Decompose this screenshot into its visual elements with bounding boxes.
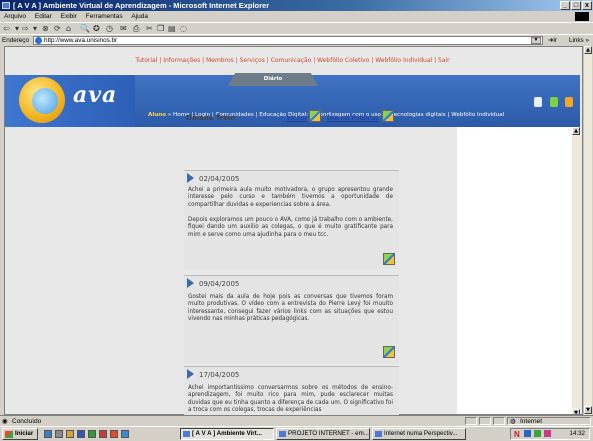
task-label: [ A V A ] Ambiente Virt... [192,430,262,437]
globe-icon: ◍ [510,418,516,425]
window-title: [ A V A ] Ambiente Virtual de Aprendizag… [13,1,270,10]
page-icon [35,37,42,44]
ie-icon [183,431,190,437]
role-label: Aluno [148,112,167,118]
right-panel [457,127,580,414]
entry-paragraph: Achei importantissimo conversarmos sobre… [188,385,393,414]
menu-help[interactable]: Ajuda [131,13,148,20]
menu-bar: Arquivo Editar Exibir Ferramentas Ajuda [0,11,593,22]
menu-view[interactable]: Exibir [61,13,77,20]
word-quicklaunch-icon[interactable] [77,430,85,438]
inner-scrollbar[interactable]: ▲ ▼ [572,127,580,414]
excel-quicklaunch-icon[interactable] [88,430,96,438]
entry-paragraph: Depois exploramos um pouco o AVA, como j… [188,217,393,238]
menu-file[interactable]: Arquivo [4,13,26,20]
address-url: http://www.ava.unisinos.br [44,37,118,44]
app-quicklaunch-icon[interactable] [121,430,129,438]
scroll-up-button[interactable]: ▲ [584,46,592,54]
task-projeto[interactable]: PROJETO INTERNET - em... [276,428,370,440]
author-name: Daiana Trein [186,114,236,122]
scroll-down-button[interactable]: ▼ [584,406,592,414]
play-icon [187,173,194,183]
start-button[interactable]: Iniciar [2,428,38,440]
help-icon[interactable] [534,97,542,107]
menu-tools[interactable]: Ferramentas [86,13,123,20]
menu-edit[interactable]: Editar [35,13,52,20]
edit-entry-icon[interactable] [383,253,395,265]
network-icon[interactable] [534,430,541,437]
address-input[interactable]: http://www.ava.unisinos.br [33,36,543,45]
go-label: Ir [553,37,558,44]
folder-quicklaunch-icon[interactable] [66,430,74,438]
ie-icon [279,431,286,437]
app-quicklaunch-icon[interactable] [110,430,118,438]
address-dropdown-button[interactable]: ▼ [531,37,541,44]
minimize-button[interactable]: _ [560,1,570,10]
entry-date: 17/04/2005 [187,369,239,379]
exit-icon[interactable] [565,97,573,107]
ie-app-icon [2,2,10,9]
add-icon[interactable] [309,110,322,122]
page-done-icon: ◉ [2,418,8,425]
toolbar: ⇦ ▾ ⇨ ▾ ⊗ ⟳ ⌂ 🔍 ✪ ◷ ✉ ⎙ ✂ ❐ ▤ ◌ [0,22,593,34]
ie-icon [375,431,382,437]
address-bar: Endereço http://www.ava.unisinos.br ▼ ➜I… [0,34,593,46]
links-label: Links [569,37,584,44]
pencil-icon[interactable] [550,97,558,107]
taskbar: Iniciar [ A V A ] Ambiente Virt... PROJE… [0,426,593,441]
task-label: PROJETO INTERNET - em... [288,430,369,437]
windows-logo-icon [5,431,13,438]
tab-diario[interactable]: Diário [228,73,318,86]
diary-links: Incluir Diários Públicos [287,110,400,122]
entry-date-text: 17/04/2005 [199,371,240,379]
powerpoint-quicklaunch-icon[interactable] [99,430,107,438]
close-button[interactable]: x [582,1,592,10]
task-internet[interactable]: Internet numa Perspectiv... [372,428,466,440]
diary-entry: 17/04/2005 Achei importantissimo convers… [184,366,399,416]
task-label: Internet numa Perspectiv... [384,430,458,437]
entry-date-text: 09/04/2005 [199,280,240,288]
ie-quicklaunch-icon[interactable] [44,430,52,438]
add-icon[interactable] [382,110,395,122]
entry-paragraph: Achei a primeira aula muito motivadora, … [188,187,393,208]
public-diaries-link[interactable]: Diários Públicos [327,114,378,122]
play-icon [187,278,194,288]
edit-entry-icon[interactable] [383,346,395,358]
status-bar: ◉ Concluído ◍ Internet [0,415,593,426]
scroll-up-button[interactable]: ▲ [572,127,580,135]
zone-text: Internet [520,418,543,425]
diary-entry: 02/04/2005 Achei a primeira aula muito m… [184,170,399,269]
entry-date: 09/04/2005 [187,278,239,288]
globe-logo-icon [32,88,58,114]
antivirus-icon[interactable]: N [514,430,520,439]
page-scrollbar[interactable]: ▲ ▼ [583,46,592,415]
shield-icon[interactable] [524,430,531,437]
desktop-quicklaunch-icon[interactable] [55,430,63,438]
diary-entry: 09/04/2005 Gostei mais da aula de hoje p… [184,275,399,364]
clock: 14:32 [569,430,585,437]
task-ava[interactable]: [ A V A ] Ambiente Virt... [180,428,274,440]
entry-date: 02/04/2005 [187,173,239,183]
mail-tray-icon[interactable] [544,430,551,437]
windows-logo-icon [575,12,589,21]
maximize-button[interactable]: □ [571,1,581,10]
zone-indicator: ◍ Internet [507,417,591,425]
system-tray: N 14:32 [510,428,590,440]
top-navigation[interactable]: Tutorial | Informações | Membros | Servi… [5,57,580,64]
entry-paragraph: Gostei mais da aula de hoje pois as conv… [188,294,393,323]
title-bar: [ A V A ] Ambiente Virtual de Aprendizag… [0,0,593,11]
play-icon [187,369,194,379]
start-label: Iniciar [15,430,34,437]
include-link[interactable]: Incluir [287,114,307,122]
entry-date-text: 02/04/2005 [199,175,240,183]
site-logo: ava [73,82,118,108]
